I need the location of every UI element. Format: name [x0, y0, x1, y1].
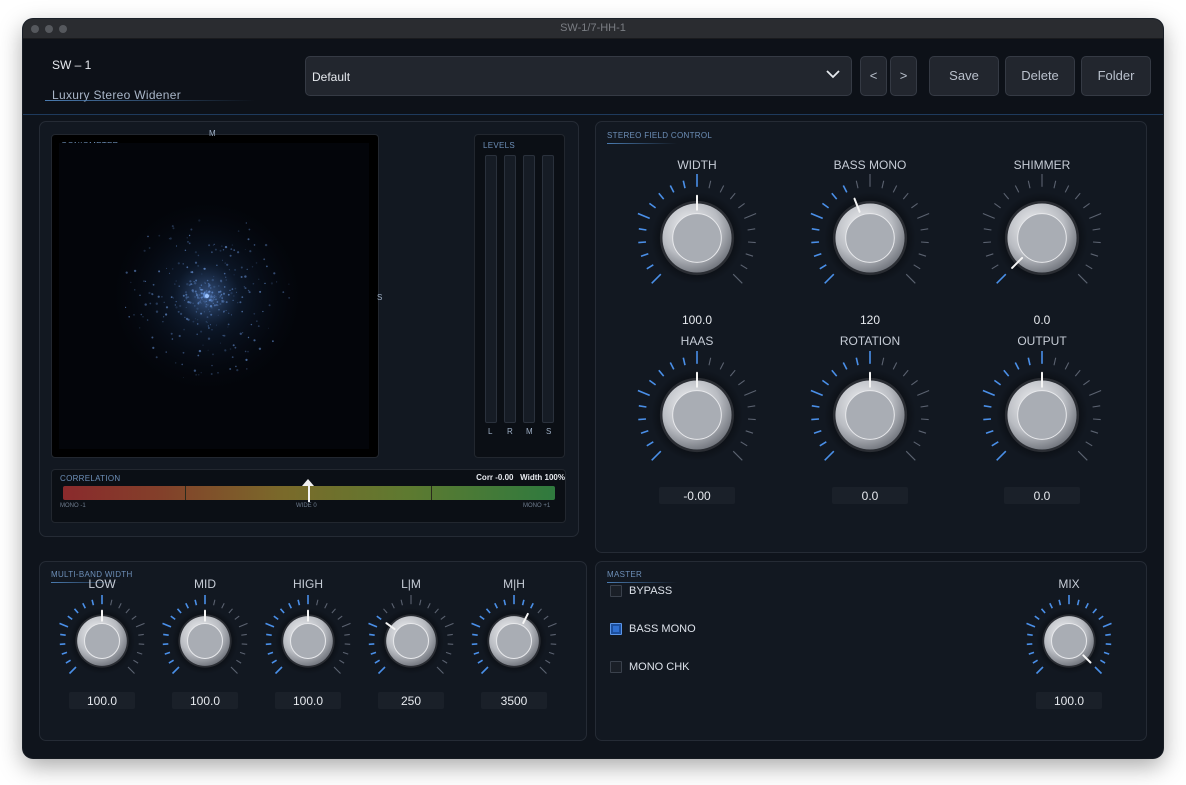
correlation-tick: [185, 486, 186, 500]
meter-label-l: L: [488, 427, 493, 436]
width-label: WIDTH: [677, 158, 717, 172]
mono-check-checkbox[interactable]: [610, 661, 622, 673]
mix-knob[interactable]: [1023, 595, 1115, 687]
mix-label: MIX: [1058, 577, 1080, 591]
bass-mono-label: BASS MONO: [629, 623, 696, 635]
meter-label-s: S: [546, 427, 552, 436]
width-value: 100.0: [681, 313, 713, 327]
stereo-field-title: STEREO FIELD CONTROL: [607, 131, 713, 140]
level-meters: LEVELS L R M S: [474, 134, 565, 458]
correlation-tick: [431, 486, 432, 500]
mid-label: MID: [194, 577, 216, 591]
plugin-window: SW-1/7-HH-1 SW – 1 Luxury Stereo Widener…: [23, 19, 1163, 758]
high-label: HIGH: [293, 577, 323, 591]
meter-s: [542, 155, 554, 423]
m-h-knob[interactable]: [468, 595, 560, 687]
haas-value: -0.00: [683, 489, 711, 503]
subtitle-underline: [45, 100, 255, 101]
shimmer-value: 0.0: [1033, 313, 1051, 327]
levels-title: LEVELS: [483, 141, 516, 150]
goniometer: GONIOMETER M L R S: [51, 129, 383, 458]
output-knob[interactable]: [978, 351, 1106, 479]
goniometer-scatter: [59, 143, 369, 449]
correlation-right-label: MONO +1: [523, 503, 551, 509]
width-knob[interactable]: [633, 174, 761, 302]
meter-label-m: M: [526, 427, 533, 436]
meter-l: [485, 155, 497, 423]
rotation-label: ROTATION: [839, 334, 901, 348]
meter-r: [504, 155, 516, 423]
low-knob[interactable]: [56, 595, 148, 687]
master-underline: [607, 582, 677, 583]
m-h-label: M|H: [503, 577, 525, 591]
m-h-value: 3500: [500, 694, 528, 708]
mid-value: 100.0: [189, 694, 221, 708]
folder-button[interactable]: Folder: [1081, 56, 1151, 96]
meter-label-r: R: [507, 427, 513, 436]
output-value: 0.0: [1033, 489, 1051, 503]
master-title: MASTER: [607, 570, 643, 579]
mono-check-label: MONO CHK: [629, 661, 690, 673]
l-m-knob[interactable]: [365, 595, 457, 687]
previous-preset-button[interactable]: <: [860, 56, 887, 96]
analyzer-panel: GONIOMETER M L R S LEVELS: [39, 121, 579, 537]
high-value: 100.0: [292, 694, 324, 708]
mix-value: 100.0: [1053, 694, 1085, 708]
l-m-label: L|M: [401, 577, 421, 591]
window-title: SW-1/7-HH-1: [560, 22, 626, 34]
l-m-value: 250: [400, 694, 422, 708]
rotation-knob[interactable]: [806, 351, 934, 479]
meter-m: [523, 155, 535, 423]
bass-mono-value: 120: [859, 313, 881, 327]
bypass-checkbox[interactable]: [610, 585, 622, 597]
correlation-left-label: MONO -1: [60, 503, 86, 509]
stereo-field-underline: [607, 143, 677, 144]
goniometer-label-m: M: [209, 129, 216, 138]
next-preset-button[interactable]: >: [890, 56, 917, 96]
haas-knob[interactable]: [633, 351, 761, 479]
high-knob[interactable]: [262, 595, 354, 687]
shimmer-label: SHIMMER: [1013, 158, 1071, 172]
correlation-indicator: [308, 484, 310, 502]
shimmer-knob[interactable]: [978, 174, 1106, 302]
output-label: OUTPUT: [1017, 334, 1067, 348]
correlation-readout: Corr -0.00 Width 100%: [476, 473, 565, 482]
bass-mono-label: BASS MONO: [833, 158, 907, 172]
title-bar: SW-1/7-HH-1: [23, 19, 1163, 39]
preset-name: Default: [312, 70, 351, 84]
correlation-meter: CORRELATION Corr -0.00 Width 100% MONO -…: [51, 469, 566, 523]
bass-mono-knob[interactable]: [806, 174, 934, 302]
correlation-marker-icon: [302, 479, 314, 486]
low-value: 100.0: [86, 694, 118, 708]
app-name: SW – 1: [52, 58, 92, 72]
correlation-bar: [63, 484, 555, 502]
bass-mono-checkbox[interactable]: [610, 623, 622, 635]
goniometer-label-s: S: [377, 293, 383, 302]
low-label: LOW: [88, 577, 116, 591]
correlation-title: CORRELATION: [60, 474, 121, 483]
chevron-down-icon: [826, 70, 840, 79]
preset-dropdown[interactable]: Default: [305, 56, 852, 96]
header: SW – 1 Luxury Stereo Widener Default < >…: [23, 39, 1163, 115]
delete-button[interactable]: Delete: [1005, 56, 1075, 96]
save-button[interactable]: Save: [929, 56, 999, 96]
bypass-label: BYPASS: [629, 585, 673, 597]
rotation-value: 0.0: [861, 489, 879, 503]
correlation-center-label: WIDE 0: [296, 503, 317, 509]
mid-knob[interactable]: [159, 595, 251, 687]
haas-label: HAAS: [680, 334, 714, 348]
